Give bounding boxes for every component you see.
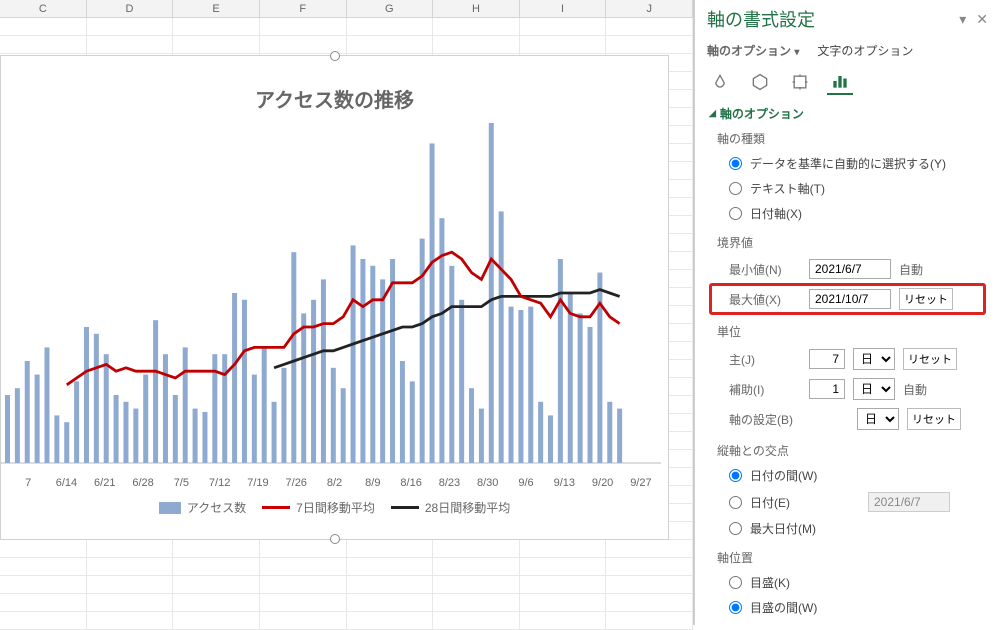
chart-handle-top[interactable] bbox=[330, 51, 340, 61]
radio-pos-tick[interactable]: 目盛(K) bbox=[709, 570, 986, 595]
effects-icon[interactable] bbox=[747, 69, 773, 95]
radio-pos-between[interactable]: 目盛の間(W) bbox=[709, 595, 986, 620]
input-major-unit[interactable] bbox=[809, 349, 845, 369]
chart-plot[interactable] bbox=[1, 123, 661, 473]
label-axis-type: 軸の種類 bbox=[709, 122, 986, 151]
tab-text-options[interactable]: 文字のオプション bbox=[817, 42, 913, 59]
col-header[interactable]: I bbox=[520, 0, 607, 17]
option-category-icons bbox=[695, 65, 1000, 95]
col-header[interactable]: E bbox=[173, 0, 260, 17]
radio-cross-between[interactable]: 日付の間(W) bbox=[709, 463, 986, 488]
col-header[interactable]: J bbox=[606, 0, 693, 17]
size-icon[interactable] bbox=[787, 69, 813, 95]
input-minor-unit[interactable] bbox=[809, 379, 845, 399]
legend-swatch-bar bbox=[159, 502, 181, 514]
radio-text-axis[interactable]: テキスト軸(T) bbox=[709, 176, 986, 201]
label-axis-pos: 軸位置 bbox=[709, 541, 986, 570]
pane-dropdown-icon[interactable]: ▾ bbox=[959, 11, 966, 28]
legend-swatch-black bbox=[391, 506, 419, 509]
label-bounds: 境界値 bbox=[709, 226, 986, 255]
row-min-bound: 最小値(N) 自動 bbox=[709, 255, 986, 283]
input-cross-at bbox=[868, 492, 950, 512]
pane-title: 軸の書式設定 bbox=[707, 6, 815, 32]
format-axis-pane: 軸の書式設定 ▾ ✕ 軸のオプション ▾ 文字のオプション 軸のオプション 軸の… bbox=[694, 0, 1000, 625]
chart-legend: アクセス数 7日間移動平均 28日間移動平均 bbox=[1, 489, 668, 526]
legend-swatch-red bbox=[262, 506, 290, 509]
section-axis-options[interactable]: 軸のオプション bbox=[709, 105, 986, 122]
column-headers: C D E F G H I J bbox=[0, 0, 693, 18]
row-minor-unit: 補助(I) 日 自動 bbox=[709, 374, 986, 404]
fill-icon[interactable] bbox=[707, 69, 733, 95]
x-axis-labels: 76/146/216/287/57/127/197/268/28/98/168/… bbox=[1, 473, 668, 489]
tab-axis-options[interactable]: 軸のオプション ▾ bbox=[707, 42, 799, 59]
reset-max-button[interactable]: リセット bbox=[899, 288, 953, 310]
label-units: 単位 bbox=[709, 315, 986, 344]
row-max-bound: 最大値(X) リセット bbox=[709, 283, 986, 315]
input-min-bound[interactable] bbox=[809, 259, 891, 279]
input-max-bound[interactable] bbox=[809, 289, 891, 309]
label-cross: 縦軸との交点 bbox=[709, 434, 986, 463]
radio-cross-max[interactable]: 最大日付(M) bbox=[709, 516, 986, 541]
chart-handle-bottom[interactable] bbox=[330, 534, 340, 544]
axis-options-icon[interactable] bbox=[827, 69, 853, 95]
reset-major-button[interactable]: リセット bbox=[903, 348, 957, 370]
col-header[interactable]: G bbox=[347, 0, 434, 17]
select-major-unit[interactable]: 日 bbox=[853, 348, 895, 370]
radio-auto-select[interactable]: データを基準に自動的に選択する(Y) bbox=[709, 151, 986, 176]
chart-title[interactable]: アクセス数の推移 bbox=[1, 56, 668, 123]
col-header[interactable]: H bbox=[433, 0, 520, 17]
row-base-unit: 軸の設定(B) 日 リセット bbox=[709, 404, 986, 434]
col-header[interactable]: D bbox=[87, 0, 174, 17]
pane-close-icon[interactable]: ✕ bbox=[976, 11, 988, 28]
chart-object[interactable]: アクセス数の推移 76/146/216/287/57/127/197/268/2… bbox=[0, 55, 669, 540]
select-minor-unit[interactable]: 日 bbox=[853, 378, 895, 400]
col-header[interactable]: C bbox=[0, 0, 87, 17]
radio-cross-at: 日付(E) bbox=[709, 488, 986, 516]
spreadsheet-area[interactable]: C D E F G H I J アクセス数の推移 76/146/216/287/… bbox=[0, 0, 694, 625]
radio-date-axis[interactable]: 日付軸(X) bbox=[709, 201, 986, 226]
row-major-unit: 主(J) 日 リセット bbox=[709, 344, 986, 374]
col-header[interactable]: F bbox=[260, 0, 347, 17]
select-base-unit[interactable]: 日 bbox=[857, 408, 899, 430]
reset-base-button[interactable]: リセット bbox=[907, 408, 961, 430]
